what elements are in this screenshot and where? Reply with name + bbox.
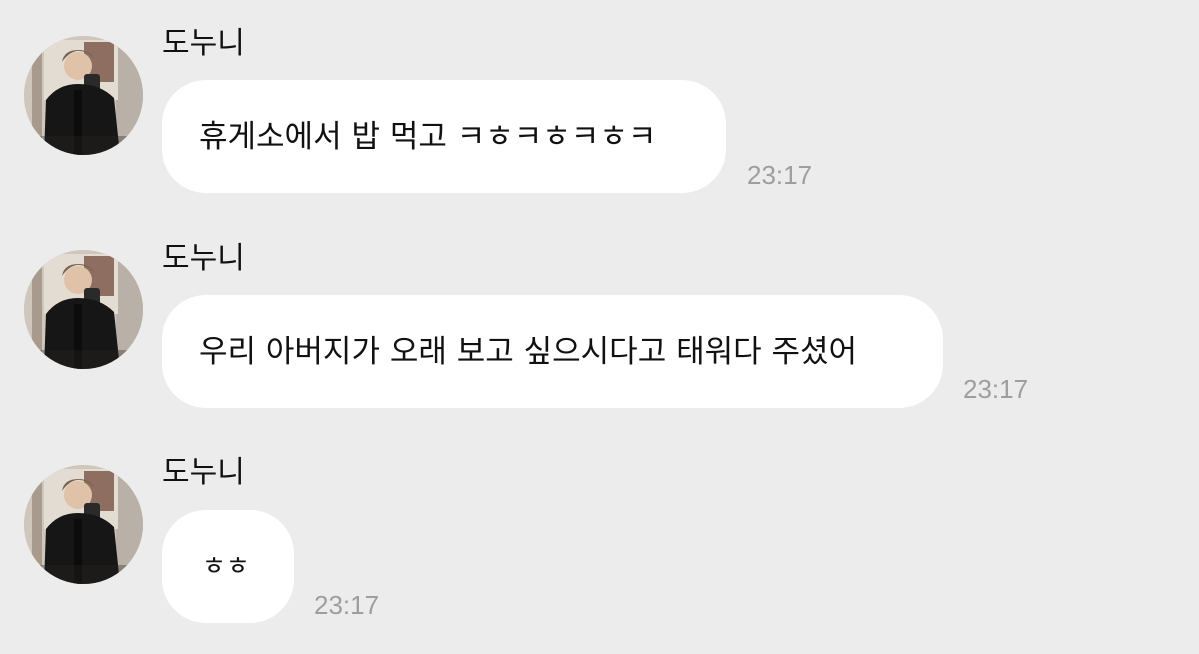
sender-name: 도누니 — [162, 241, 245, 276]
message-text: 우리 아버지가 오래 보고 싶으시다고 태워다 주셨어 — [199, 333, 858, 370]
message-timestamp: 23:17 — [963, 374, 1029, 404]
message-bubble[interactable]: 우리 아버지가 오래 보고 싶으시다고 태워다 주셨어 — [162, 295, 943, 408]
message-bubble[interactable]: ㅎㅎ — [162, 510, 294, 623]
message-timestamp: 23:17 — [314, 590, 380, 620]
message-text: ㅎㅎ — [202, 551, 250, 582]
profile-photo-icon — [24, 36, 143, 155]
message-bubble[interactable]: 휴게소에서 밥 먹고 ㅋㅎㅋㅎㅋㅎㅋ — [162, 80, 726, 193]
avatar[interactable] — [24, 465, 143, 584]
profile-photo-icon — [24, 250, 143, 369]
avatar[interactable] — [24, 250, 143, 369]
sender-name: 도누니 — [162, 26, 245, 61]
message-text: 휴게소에서 밥 먹고 ㅋㅎㅋㅎㅋㅎㅋ — [199, 118, 657, 155]
avatar[interactable] — [24, 36, 143, 155]
sender-name: 도누니 — [162, 455, 245, 490]
profile-photo-icon — [24, 465, 143, 584]
message-timestamp: 23:17 — [747, 160, 813, 190]
